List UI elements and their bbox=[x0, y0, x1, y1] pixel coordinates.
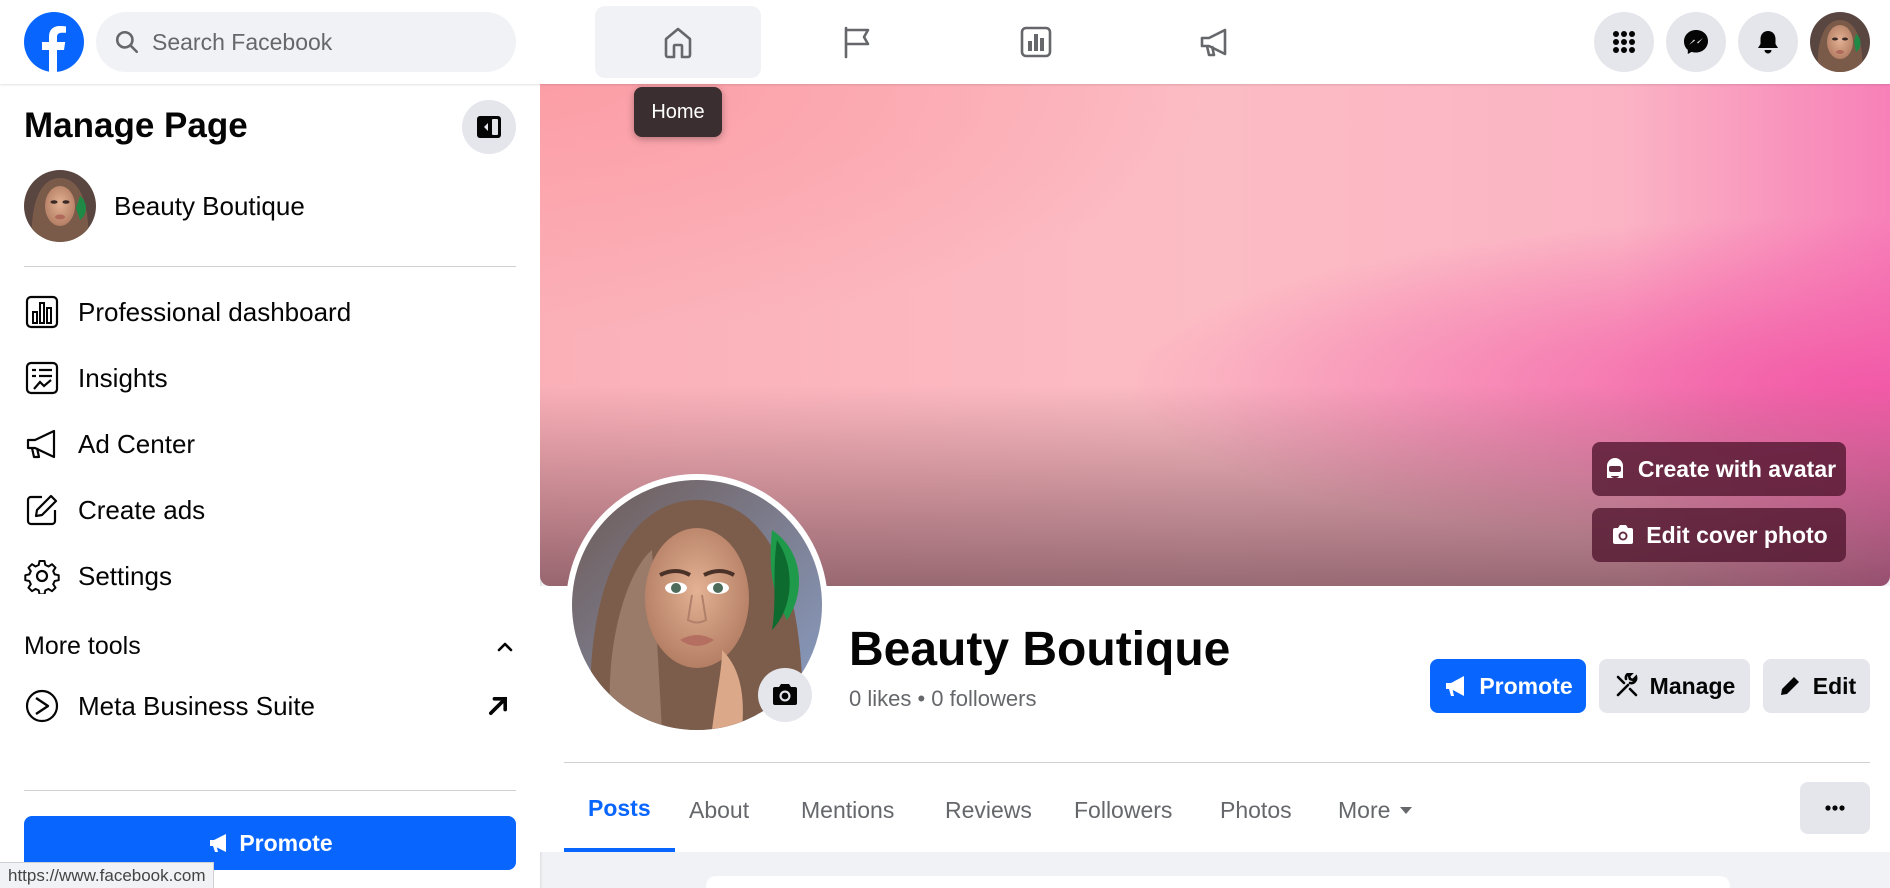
megaphone-icon bbox=[26, 429, 56, 459]
nav-tab-insights[interactable] bbox=[953, 6, 1119, 78]
sidebar-item-create-ads[interactable]: Create ads bbox=[24, 482, 516, 538]
edit-label: Edit bbox=[1812, 672, 1857, 699]
manage-label: Manage bbox=[1649, 672, 1736, 699]
search-bar[interactable] bbox=[96, 12, 516, 72]
messenger-icon bbox=[1684, 30, 1708, 54]
menu-grid-icon bbox=[1613, 31, 1635, 53]
insights-icon bbox=[25, 361, 59, 395]
external-link-icon bbox=[489, 697, 507, 715]
messenger-button[interactable] bbox=[1666, 12, 1726, 72]
manage-page-sidebar: Manage Page Beauty Boutique Professional… bbox=[0, 84, 540, 888]
page-stats[interactable]: 0 likes • 0 followers bbox=[849, 686, 1036, 712]
sidebar-item-label: Settings bbox=[78, 560, 172, 591]
dashboard-icon bbox=[25, 295, 59, 329]
camera-icon bbox=[773, 684, 797, 705]
profile-avatar[interactable] bbox=[1810, 12, 1870, 72]
more-dots-icon bbox=[1825, 805, 1845, 811]
more-options-button[interactable] bbox=[1800, 782, 1870, 834]
sidebar-promote-label: Promote bbox=[239, 829, 333, 856]
avatar-icon bbox=[1606, 458, 1623, 478]
profile-divider bbox=[564, 762, 1870, 763]
feed-card bbox=[706, 876, 1730, 888]
promote-label: Promote bbox=[1479, 672, 1573, 699]
sidebar-item-label: Professional dashboard bbox=[78, 296, 352, 327]
megaphone-icon bbox=[210, 834, 227, 852]
create-with-avatar-button[interactable]: Create with avatar bbox=[1592, 442, 1846, 496]
tab-about[interactable]: About bbox=[665, 768, 773, 852]
flag-icon bbox=[844, 26, 870, 59]
notifications-bell-icon bbox=[1758, 31, 1778, 54]
sidebar-collapse-icon bbox=[477, 116, 501, 138]
sidebar-item-insights[interactable]: Insights bbox=[24, 350, 516, 406]
camera-icon bbox=[1613, 525, 1634, 544]
home-tooltip: Home bbox=[634, 87, 722, 137]
edit-square-icon bbox=[26, 494, 58, 526]
sidebar-title: Manage Page bbox=[24, 106, 248, 145]
sidebar-item-meta-business-suite[interactable]: Meta Business Suite bbox=[24, 678, 516, 734]
facebook-logo-icon[interactable] bbox=[24, 12, 84, 72]
sidebar-divider bbox=[24, 266, 516, 267]
collapse-sidebar-button[interactable] bbox=[462, 100, 516, 154]
status-bar-url: https://www.facebook.com bbox=[0, 862, 215, 888]
home-icon bbox=[664, 27, 692, 59]
sidebar-item-professional-dashboard[interactable]: Professional dashboard bbox=[24, 284, 516, 340]
manage-button[interactable]: Manage bbox=[1599, 659, 1750, 713]
edit-cover-photo-label: Edit cover photo bbox=[1646, 521, 1828, 548]
tab-followers[interactable]: Followers bbox=[1050, 768, 1196, 852]
tab-mentions[interactable]: Mentions bbox=[777, 768, 918, 852]
menu-button[interactable] bbox=[1594, 12, 1654, 72]
sidebar-page-name: Beauty Boutique bbox=[114, 190, 305, 221]
chevron-up-icon bbox=[497, 642, 513, 651]
promote-button[interactable]: Promote bbox=[1430, 659, 1586, 713]
notifications-button[interactable] bbox=[1738, 12, 1798, 72]
update-profile-picture-button[interactable] bbox=[758, 668, 812, 722]
search-icon bbox=[115, 30, 139, 54]
megaphone-icon bbox=[1200, 28, 1227, 57]
sidebar-item-ad-center[interactable]: Ad Center bbox=[24, 416, 516, 472]
sidebar-page-profile[interactable]: Beauty Boutique bbox=[24, 170, 305, 242]
nav-tab-ads[interactable] bbox=[1132, 6, 1298, 78]
create-with-avatar-label: Create with avatar bbox=[1637, 455, 1837, 482]
top-navigation-bar bbox=[0, 0, 1890, 84]
tab-posts[interactable]: Posts bbox=[564, 768, 675, 852]
tab-more[interactable]: More bbox=[1314, 768, 1438, 852]
megaphone-icon bbox=[1446, 676, 1465, 696]
sidebar-divider bbox=[24, 790, 516, 791]
tools-icon bbox=[1616, 673, 1638, 697]
meta-business-suite-icon bbox=[25, 689, 59, 723]
search-input[interactable] bbox=[152, 28, 492, 56]
pencil-icon bbox=[1780, 677, 1799, 695]
edit-button[interactable]: Edit bbox=[1763, 659, 1870, 713]
edit-cover-photo-button[interactable]: Edit cover photo bbox=[1592, 508, 1846, 562]
page-title: Beauty Boutique bbox=[849, 623, 1231, 676]
sidebar-item-label: Insights bbox=[78, 362, 168, 393]
nav-tab-home[interactable] bbox=[595, 6, 761, 78]
sidebar-item-label: Create ads bbox=[78, 494, 206, 525]
nav-tab-pages[interactable] bbox=[774, 6, 940, 78]
tab-photos[interactable]: Photos bbox=[1196, 768, 1316, 852]
sidebar-item-label: Ad Center bbox=[78, 428, 196, 459]
sidebar-item-label: Meta Business Suite bbox=[78, 690, 316, 721]
more-tools-header[interactable]: More tools bbox=[24, 632, 516, 661]
tab-reviews[interactable]: Reviews bbox=[921, 768, 1056, 852]
caret-down-icon bbox=[1400, 807, 1413, 814]
more-tools-label: More tools bbox=[24, 632, 141, 660]
bar-chart-icon bbox=[1020, 26, 1052, 58]
gear-icon bbox=[24, 560, 60, 594]
page-avatar bbox=[24, 170, 96, 242]
sidebar-item-settings[interactable]: Settings bbox=[24, 548, 516, 604]
